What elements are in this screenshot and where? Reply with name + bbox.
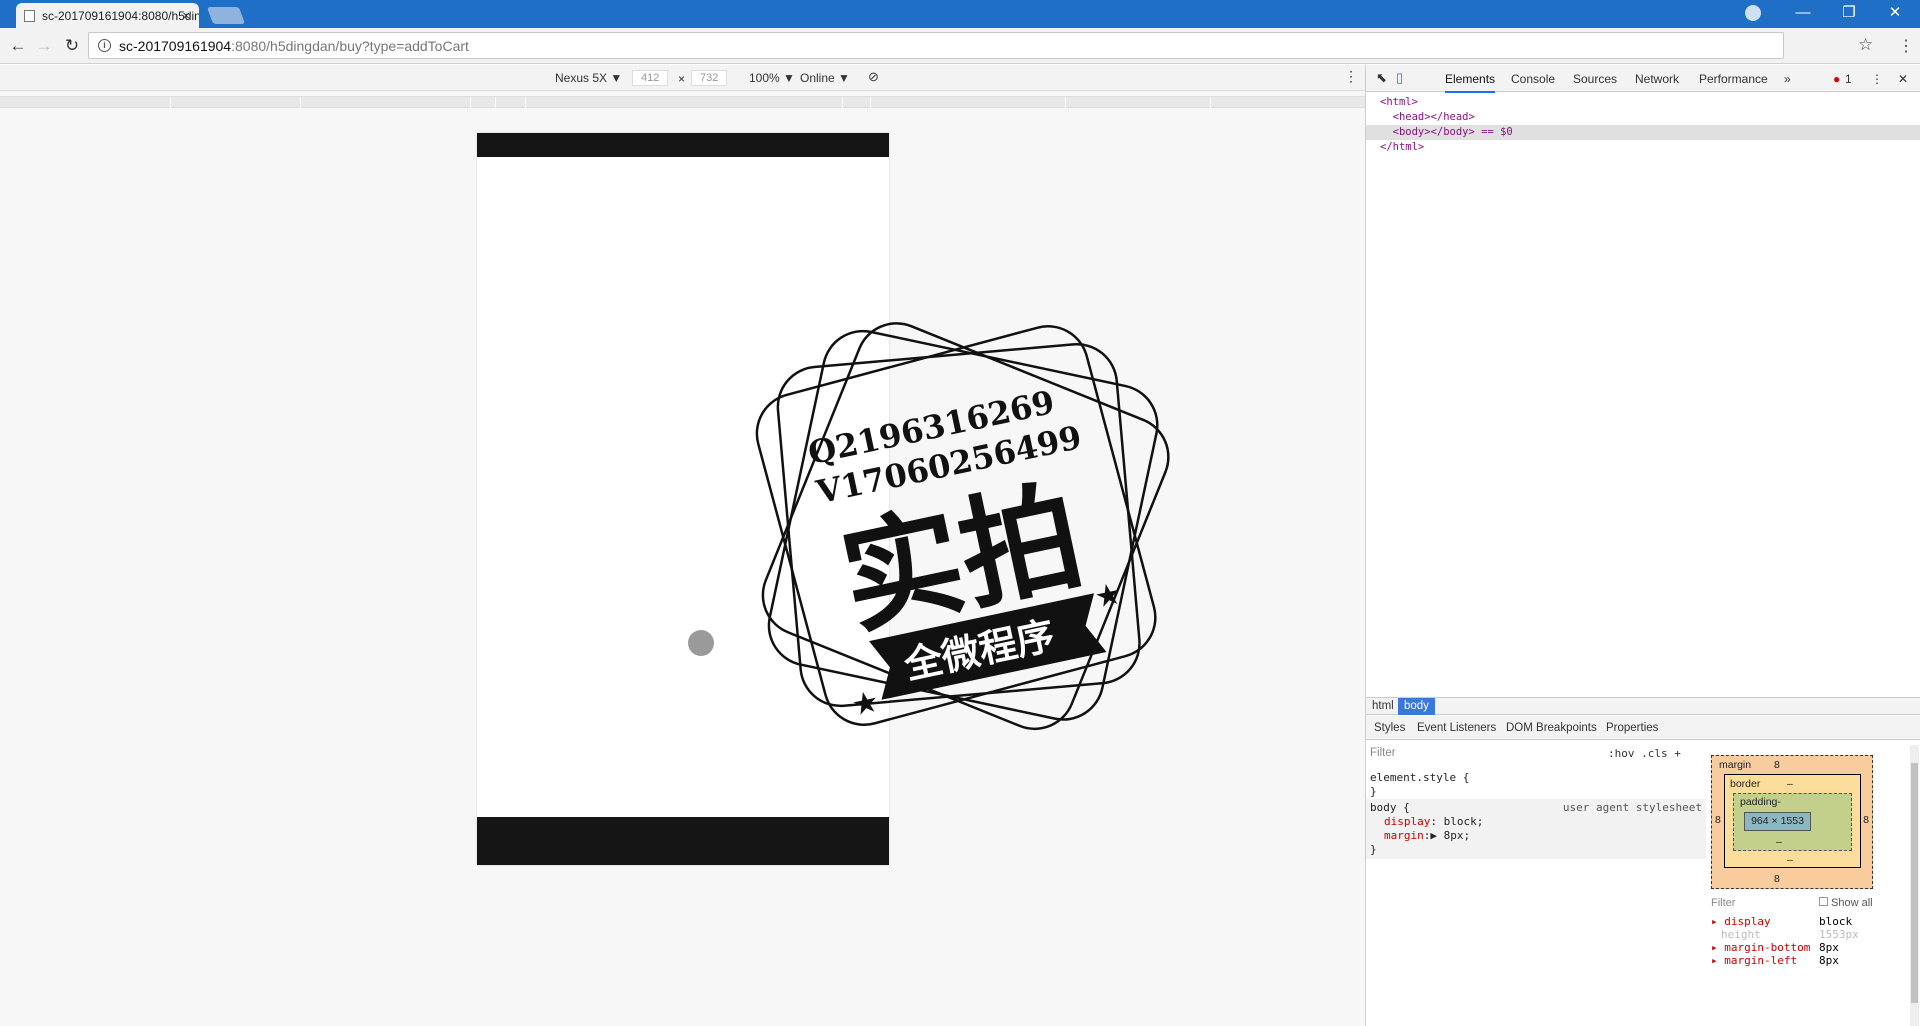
rule-body: body {user agent stylesheet display: blo…	[1366, 799, 1706, 859]
browser-toolbar: ← → ↻ i sc-201709161904:8080/h5dingdan/b…	[0, 28, 1920, 64]
rule-element-style: element.style { }	[1366, 769, 1706, 801]
devtools-menu-icon[interactable]: ⋮	[1871, 72, 1883, 86]
box-margin-left: 8	[1715, 814, 1721, 826]
account-icon[interactable]	[1745, 5, 1761, 21]
restore-icon[interactable]: ❐	[1826, 0, 1872, 28]
show-all-checkbox[interactable]: Show all	[1819, 897, 1919, 909]
minimize-icon[interactable]: —	[1780, 0, 1826, 28]
computed-row[interactable]: ▸ display block	[1711, 915, 1920, 928]
dom-node-body[interactable]: <body></body> == $0	[1366, 125, 1920, 140]
error-icon[interactable]: ●	[1833, 72, 1840, 86]
watermark-stamp: Q2196316269 V17060256499 实拍 全微程序 ★ ★	[755, 322, 1170, 731]
styles-subtabs: Styles Event Listeners DOM Breakpoints P…	[1366, 716, 1920, 740]
box-content-size: 964 × 1553	[1744, 812, 1811, 831]
dom-node-head[interactable]: <head></head>	[1366, 110, 1920, 125]
tab-styles[interactable]: Styles	[1374, 722, 1405, 734]
inspect-element-icon[interactable]: ⬉	[1376, 70, 1387, 86]
close-tab-icon[interactable]: ×	[182, 8, 190, 23]
tab-console[interactable]: Console	[1511, 72, 1555, 86]
close-devtools-icon[interactable]: ✕	[1898, 72, 1908, 86]
computed-row[interactable]: ▸ margin-left 8px	[1711, 954, 1920, 967]
hov-cls-controls[interactable]: :hov .cls +	[1608, 747, 1681, 760]
box-margin-right: 8	[1863, 814, 1869, 826]
box-padding: padding- 964 × 1553 –	[1733, 793, 1852, 851]
browser-menu-icon[interactable]: ⋮	[1898, 36, 1914, 56]
url-path: :8080/h5dingdan/buy?type=addToCart	[231, 38, 469, 54]
loading-indicator	[688, 630, 714, 656]
tab-sources[interactable]: Sources	[1573, 72, 1617, 86]
ua-stylesheet-label: user agent stylesheet	[1562, 801, 1702, 814]
dom-tree: <html> <head></head> <body></body> == $0…	[1366, 95, 1920, 155]
breadcrumb: html body	[1366, 697, 1920, 715]
selector-body: body {user agent stylesheet	[1370, 801, 1702, 814]
phone-top-bar	[477, 133, 889, 157]
box-margin-label: margin	[1719, 759, 1752, 771]
new-tab-button[interactable]	[206, 7, 246, 24]
phone-bottom-bar	[477, 817, 889, 865]
back-icon[interactable]: ←	[8, 36, 28, 56]
url-host: sc-201709161904	[119, 38, 232, 54]
rule-close: }	[1370, 843, 1377, 856]
box-margin-bottom: 8	[1774, 873, 1780, 885]
breadcrumb-html[interactable]: html	[1366, 698, 1400, 715]
dom-node-html-close[interactable]: </html>	[1366, 140, 1920, 155]
browser-tab-active[interactable]: sc-201709161904:8080/h5dingd ×	[16, 3, 199, 28]
devtools-tabs: ⬉ ▯ Elements Console Sources Network Per…	[1366, 65, 1920, 93]
prop-display[interactable]: display: block;	[1370, 815, 1702, 829]
tab-event-listeners[interactable]: Event Listeners	[1417, 722, 1496, 734]
rotate-icon[interactable]: ⊘	[868, 69, 879, 85]
box-model: margin 8 8 8 8 border – padding- 964 × 1…	[1711, 755, 1873, 889]
forward-icon[interactable]: →	[34, 36, 54, 56]
styles-scrollbar[interactable]	[1910, 745, 1919, 1026]
zoom-select[interactable]: 100% ▼	[749, 71, 795, 85]
breadcrumb-body[interactable]: body	[1398, 698, 1435, 715]
selector-element-style: element.style {	[1370, 771, 1470, 784]
tab-performance[interactable]: Performance	[1699, 72, 1768, 86]
network-throttle-select[interactable]: Online ▼	[800, 71, 850, 85]
tab-title: sc-201709161904:8080/h5dingd	[42, 9, 199, 23]
tab-network[interactable]: Network	[1635, 72, 1679, 86]
address-bar[interactable]: i sc-201709161904:8080/h5dingdan/buy?typ…	[88, 32, 1784, 59]
device-menu-icon[interactable]: ⋮	[1344, 68, 1358, 85]
close-window-icon[interactable]: ✕	[1872, 0, 1918, 28]
page-icon	[24, 10, 35, 22]
dom-node-html[interactable]: <html>	[1366, 95, 1920, 110]
computed-row[interactable]: ▸ margin-bottom 8px	[1711, 941, 1920, 954]
width-input[interactable]: 412	[632, 70, 669, 86]
error-count[interactable]: 1	[1845, 72, 1852, 86]
reload-icon[interactable]: ↻	[62, 36, 82, 56]
tab-properties[interactable]: Properties	[1606, 722, 1658, 734]
height-input[interactable]: 732	[691, 70, 728, 86]
rule-close: }	[1370, 785, 1377, 798]
media-query-ruler[interactable]	[0, 96, 1365, 109]
box-margin-top: 8	[1774, 759, 1780, 771]
styles-filter-input[interactable]: Filter	[1370, 747, 1396, 759]
prop-margin[interactable]: margin:▶ 8px;	[1370, 829, 1702, 843]
info-icon[interactable]: i	[98, 39, 111, 52]
tab-dom-breakpoints[interactable]: DOM Breakpoints	[1506, 722, 1597, 734]
bookmark-star-icon[interactable]: ☆	[1858, 35, 1873, 55]
more-tabs-icon[interactable]: »	[1784, 72, 1791, 86]
computed-row[interactable]: height 1553px	[1711, 928, 1920, 941]
styles-pane: Filter :hov .cls + element.style { } bod…	[1366, 741, 1706, 1026]
star-icon: ★	[849, 685, 882, 723]
tab-elements[interactable]: Elements	[1445, 72, 1496, 93]
box-border: border – padding- 964 × 1553 – –	[1724, 774, 1861, 868]
browser-titlebar: sc-201709161904:8080/h5dingd × — ❐ ✕	[0, 0, 1920, 28]
devtools-panel: ⬉ ▯ Elements Console Sources Network Per…	[1365, 65, 1920, 1026]
dimension-separator: ×	[678, 72, 686, 86]
device-select[interactable]: Nexus 5X ▼	[555, 71, 622, 85]
device-toggle-icon[interactable]: ▯	[1396, 70, 1403, 86]
device-toolbar: Nexus 5X ▼ 412 × 732 100% ▼ Online ▼ ⊘ ⋮	[0, 65, 1365, 91]
